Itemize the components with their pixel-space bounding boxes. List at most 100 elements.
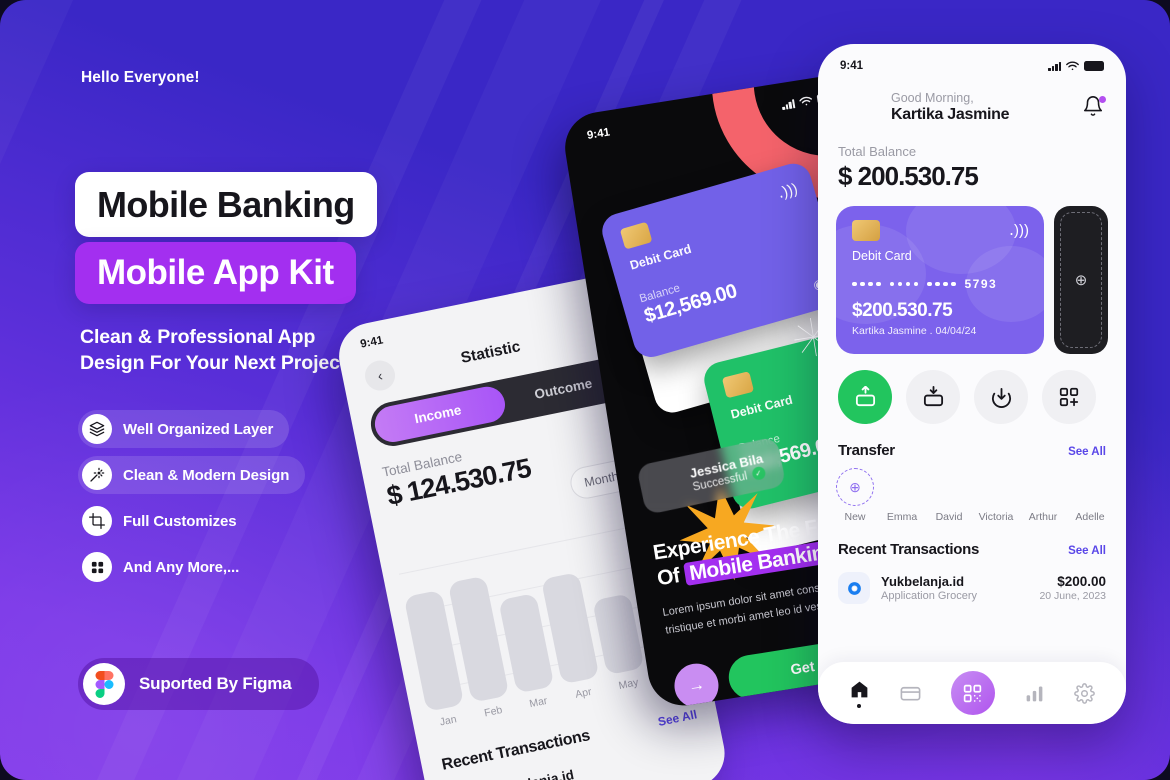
greeting-label: Good Morning, [891,90,974,105]
card-number: 5793 [852,277,1028,291]
transfer-contact-name: David [935,511,963,523]
avatar [930,468,968,506]
transfer-contact[interactable]: David [930,468,968,523]
transfer-contacts: ⊕ New Emma David Victoria Arthur Adelle [818,459,1126,523]
plus-circle-icon: ⊕ [1060,212,1102,348]
action-more-button[interactable] [1042,370,1096,424]
signal-icon [1048,61,1061,71]
balance-value: $ 200.530.75 [838,161,979,191]
home-header: Good Morning, Kartika Jasmine [818,78,1126,128]
nav-item-cards[interactable] [899,682,922,705]
transaction-amount: $200.00 [1057,574,1106,589]
bar-chart-icon [1026,686,1043,701]
card-icon [900,686,921,701]
see-all-link[interactable]: See All [657,707,699,729]
cards-row: ․))) Debit Card 5793 $200.530.75 Kartika… [818,192,1126,354]
debit-card[interactable]: ․))) Debit Card 5793 $200.530.75 Kartika… [836,206,1044,354]
nav-item-scan[interactable] [950,671,995,715]
grid-plus-icon [1059,387,1079,407]
feature-label: Clean & Modern Design [123,466,290,484]
transfer-contact-name: Victoria [978,511,1014,523]
chart-bar-label: May [617,676,640,693]
nav-item-home[interactable] [849,679,870,708]
card-up-icon [855,385,875,406]
card-name: Debit Card [852,249,912,263]
quick-actions [818,354,1126,424]
recent-transactions-header: Recent Transactions See All [818,523,1126,558]
status-time: 9:41 [840,60,864,72]
transfer-contact[interactable]: ⊕ New [836,468,874,523]
subtitle-line-2: Design For Your Next Project [80,352,347,375]
magic-wand-icon [82,460,112,490]
nfc-icon: ․))) [1008,222,1029,239]
feature-item-clean-modern-design: Clean & Modern Design [78,456,306,494]
transfer-contact[interactable]: Adelle [1071,468,1109,523]
page-title-primary: Mobile Banking [75,172,377,237]
gear-icon [1074,682,1096,704]
card-down-icon [923,385,943,406]
status-time: 9:41 [586,126,611,142]
avatar [1071,468,1109,506]
layers-icon [82,414,112,444]
crop-icon [82,506,112,536]
feature-item-and-any-more: And Any More,... [78,548,255,586]
card-amount: $200.530.75 [852,300,953,321]
transfer-contact-name: New [844,511,866,523]
bell-icon[interactable] [1082,95,1106,119]
feature-label: Full Customizes [123,512,237,530]
transfer-contact[interactable]: Emma [883,468,921,523]
card-owner-date: Kartika Jasmine . 04/04/24 [852,325,977,337]
transfer-title: Transfer [838,442,895,459]
recent-see-all-link[interactable]: See All [1068,545,1106,557]
transfer-see-all-link[interactable]: See All [1068,446,1106,458]
hero-line-2-prefix: Of [655,563,687,591]
figma-support-badge[interactable]: Suported By Figma [78,658,320,710]
plus-circle-icon: ⊕ [836,468,874,506]
action-withdraw-button[interactable] [974,370,1028,424]
action-receive-button[interactable] [906,370,960,424]
chart-bar-label: Mar [528,694,549,711]
transaction-sub: Application Grocery [881,590,977,602]
status-icons [1048,61,1104,71]
card-chip-icon [852,220,880,241]
subtitle-line-1: Clean & Professional App [80,326,316,348]
feature-item-full-customizes: Full Customizes [78,502,253,540]
transfer-contact-name: Adelle [1075,511,1105,523]
wifi-icon [799,96,812,106]
promo-page: Hello Everyone! Mobile Banking Mobile Ap… [0,0,1170,780]
action-send-button[interactable] [838,370,892,424]
battery-icon [1084,61,1104,71]
nav-item-settings[interactable] [1074,682,1096,704]
card-chip-icon [721,371,755,399]
check-circle-icon: ✓ [750,465,767,482]
transfer-contact[interactable]: Arthur [1024,468,1062,523]
chart-bar-label: Apr [574,685,593,701]
figma-badge-label: Suported By Figma [139,674,292,693]
phone-home-screen: 9:41 Good Morning, Kartika Jasmine Total… [818,44,1126,724]
card-chip-icon [619,221,653,250]
card-last-digits: 5793 [964,277,998,291]
avatar [1024,468,1062,506]
greeting-text: Hello Everyone! [81,69,200,86]
signal-icon [781,98,796,110]
feature-list: Well Organized Layer Clean & Modern Desi… [78,410,378,594]
avatar[interactable] [838,86,880,128]
total-balance: Total Balance $ 200.530.75 [818,128,1126,192]
transfer-contact[interactable]: Victoria [977,468,1015,523]
status-bar: 9:41 [818,44,1126,78]
page-title-secondary: Mobile App Kit [75,242,356,304]
figma-icon [83,663,125,705]
feature-item-well-organized-layer: Well Organized Layer [78,410,290,448]
nav-item-stats[interactable] [1024,683,1045,704]
transaction-row[interactable]: Yukbelanja.id Application Grocery $200.0… [834,566,1110,610]
transfer-header: Transfer See All [818,424,1126,459]
transfer-contact-name: Arthur [1028,511,1058,523]
active-indicator [857,703,862,708]
page-subtitle: Clean & Professional App Design For Your… [80,324,346,377]
transaction-name: Yukbelanja.id [881,574,965,589]
chart-bar-label: Feb [483,704,504,720]
feature-label: Well Organized Layer [123,420,274,438]
transfer-contact-name: Emma [886,511,918,523]
add-card-button[interactable]: ⊕ [1054,206,1108,354]
chart-bar-label: Jan [438,713,458,729]
